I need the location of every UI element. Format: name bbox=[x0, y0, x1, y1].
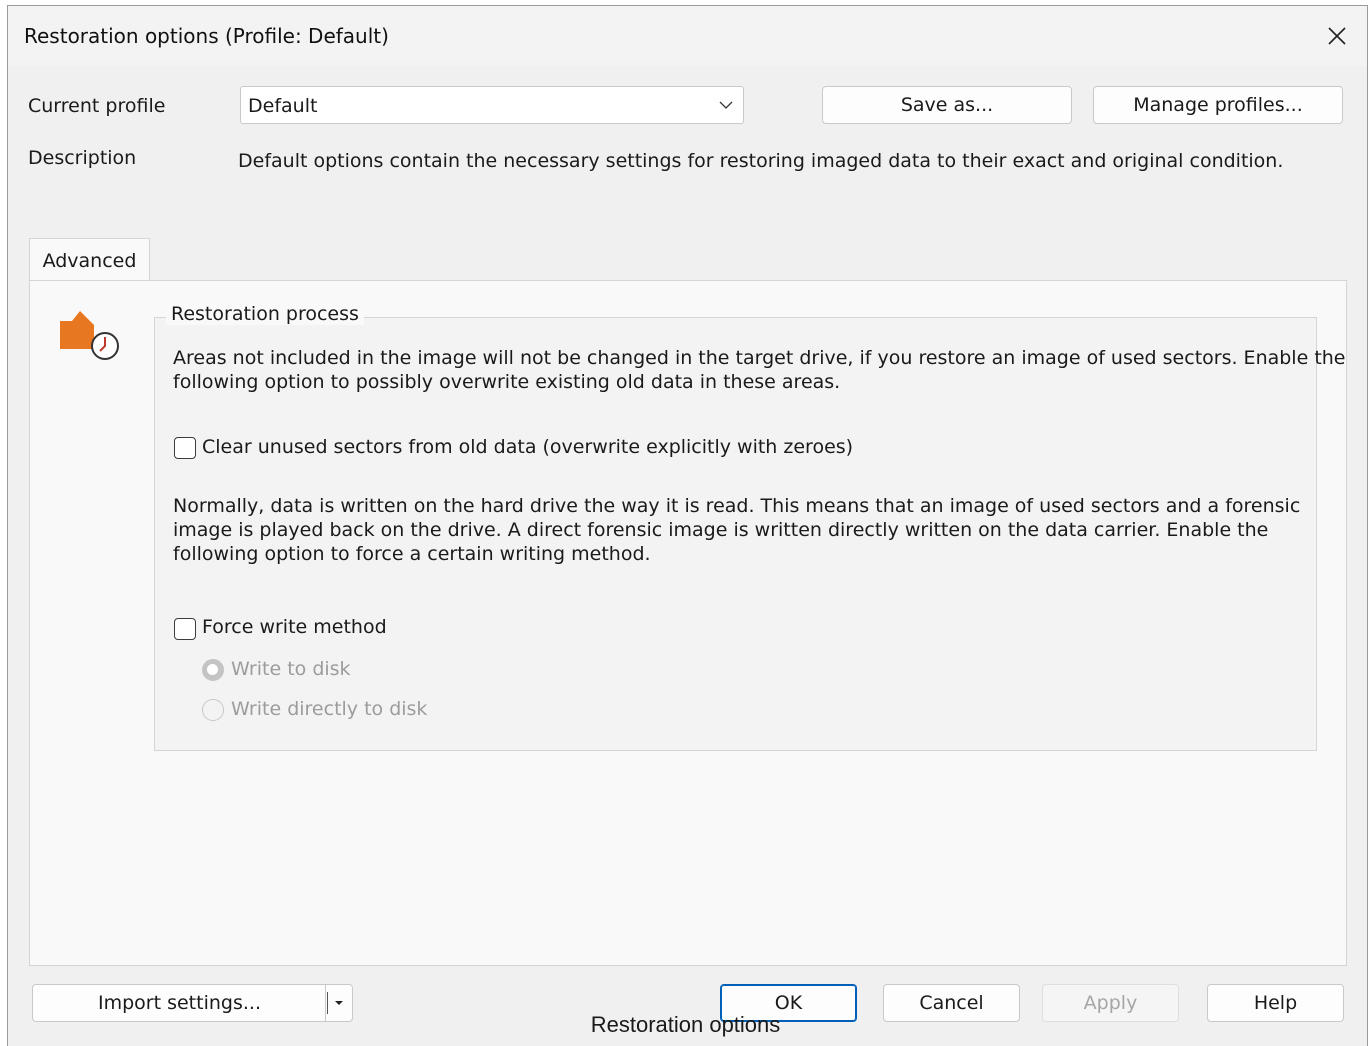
title-bar: Restoration options (Profile: Default) bbox=[8, 6, 1367, 66]
force-write-method-checkbox[interactable] bbox=[174, 618, 196, 640]
profile-dropdown-value: Default bbox=[248, 95, 318, 117]
force-write-method-label[interactable]: Force write method bbox=[202, 616, 387, 638]
split-separator bbox=[327, 992, 328, 1014]
current-profile-label: Current profile bbox=[28, 95, 166, 117]
dialog-body: Current profile Default Save as... Manag… bbox=[8, 66, 1367, 1046]
restore-clock-icon bbox=[60, 311, 119, 360]
areas-description-line-1: Areas not included in the image will not… bbox=[173, 347, 1346, 369]
chevron-down-icon bbox=[719, 101, 733, 109]
write-method-description-line-3: following option to force a certain writ… bbox=[173, 543, 651, 565]
areas-description: Areas not included in the image will not… bbox=[173, 346, 1346, 394]
write-method-description-line-2: image is played back on the drive. A dir… bbox=[173, 519, 1269, 541]
restoration-options-dialog: Restoration options (Profile: Default) C… bbox=[7, 5, 1368, 1046]
write-method-description-line-1: Normally, data is written on the hard dr… bbox=[173, 495, 1301, 517]
save-as-button[interactable]: Save as... bbox=[822, 86, 1072, 124]
dropdown-arrow-icon bbox=[335, 1001, 343, 1005]
close-button[interactable] bbox=[1319, 18, 1355, 54]
manage-profiles-button[interactable]: Manage profiles... bbox=[1093, 86, 1343, 124]
write-directly-to-disk-radio[interactable] bbox=[202, 699, 224, 721]
description-text: Default options contain the necessary se… bbox=[238, 150, 1284, 172]
clear-unused-sectors-checkbox[interactable] bbox=[174, 437, 196, 459]
tab-advanced[interactable]: Advanced bbox=[29, 238, 150, 282]
restoration-process-title: Restoration process bbox=[166, 303, 364, 325]
window-title: Restoration options (Profile: Default) bbox=[24, 24, 389, 48]
profile-dropdown[interactable]: Default bbox=[240, 86, 744, 124]
write-to-disk-radio[interactable] bbox=[202, 659, 224, 681]
advanced-tab-panel: Restoration process Areas not included i… bbox=[29, 280, 1347, 966]
clear-unused-sectors-label[interactable]: Clear unused sectors from old data (over… bbox=[202, 436, 853, 458]
close-icon bbox=[1328, 27, 1346, 45]
write-method-description: Normally, data is written on the hard dr… bbox=[173, 494, 1300, 566]
write-directly-to-disk-label[interactable]: Write directly to disk bbox=[231, 698, 427, 720]
write-to-disk-label[interactable]: Write to disk bbox=[231, 658, 351, 680]
description-label: Description bbox=[28, 147, 137, 169]
areas-description-line-2: following option to possibly overwrite e… bbox=[173, 371, 841, 393]
figure-caption: Restoration options bbox=[590, 1012, 781, 1037]
